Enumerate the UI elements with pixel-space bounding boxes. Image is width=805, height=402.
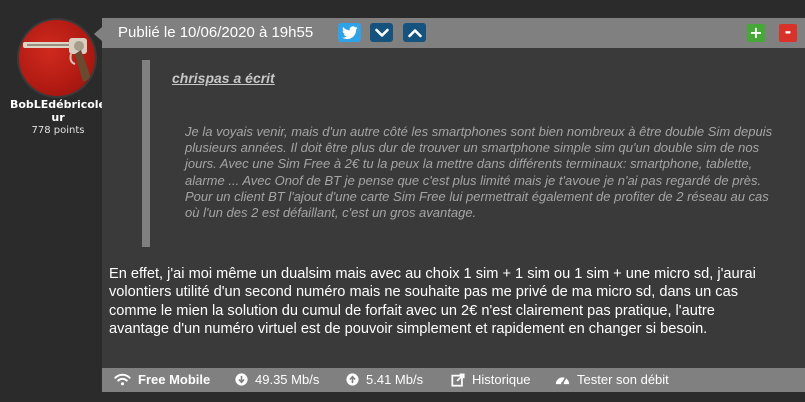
header-notch — [94, 27, 102, 41]
wifi-icon — [114, 373, 131, 386]
upload-arrow-icon — [346, 373, 359, 386]
author-points: 778 points — [31, 125, 85, 136]
scroll-down-button[interactable] — [370, 23, 393, 42]
post-footer: Free Mobile 49.35 Mb/s 5.41 Mb/s Histori… — [102, 368, 805, 392]
post-text: En effet, j'ai moi même un dualsim mais … — [109, 266, 756, 337]
download-value: 49.35 Mb/s — [255, 372, 320, 387]
isp-name: Free Mobile — [138, 372, 211, 387]
avatar[interactable] — [17, 18, 97, 98]
upload-value: 5.41 Mb/s — [366, 372, 424, 387]
upload-speed: 5.41 Mb/s — [346, 372, 423, 387]
vote-minus-button[interactable]: - — [779, 24, 797, 42]
history-label: Historique — [472, 372, 531, 387]
quote-text: Je la voyais venir, mais d'un autre côté… — [185, 124, 773, 221]
revolver-image — [23, 38, 91, 82]
twitter-share-button[interactable] — [338, 23, 361, 42]
chevron-down-icon — [374, 28, 389, 37]
quote-block: chrispas a écrit Je la voyais venir, mai… — [142, 60, 805, 247]
history-link[interactable]: Historique — [451, 372, 531, 387]
download-arrow-icon — [235, 373, 248, 386]
author-name[interactable]: BobLEdébricoleur — [8, 98, 108, 124]
external-link-icon — [451, 372, 465, 387]
isp-info: Free Mobile — [114, 372, 210, 387]
download-speed: 49.35 Mb/s — [235, 372, 319, 387]
author-panel: BobLEdébricoleur 778 points — [0, 0, 110, 402]
speed-test-link[interactable]: Tester son débit — [555, 372, 669, 387]
chevron-up-icon — [407, 28, 422, 37]
post-body: chrispas a écrit Je la voyais venir, mai… — [102, 48, 805, 368]
quote-author[interactable]: chrispas a écrit — [172, 70, 275, 86]
scroll-up-button[interactable] — [403, 23, 426, 42]
post-header: Publié le 10/06/2020 à 19h55 + - — [94, 18, 805, 48]
speedometer-icon — [555, 376, 570, 385]
vote-plus-button[interactable]: + — [747, 24, 765, 42]
twitter-icon — [341, 25, 358, 39]
post-date: Publié le 10/06/2020 à 19h55 — [118, 24, 314, 41]
test-label: Tester son débit — [577, 372, 669, 387]
